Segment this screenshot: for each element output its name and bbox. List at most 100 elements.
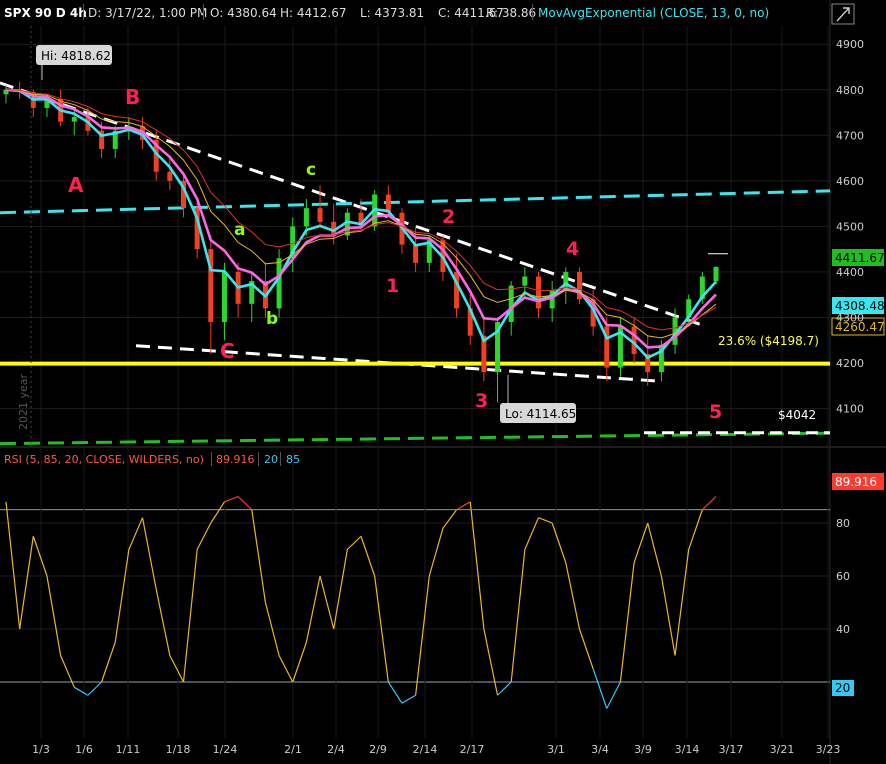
rsi-segment [182, 549, 198, 683]
rsi-segment [141, 517, 157, 590]
header-sep-3 [532, 4, 533, 20]
rsi-lower: 20 [264, 453, 278, 466]
rsi-segment [565, 562, 581, 630]
price-axis-tick: 4200 [836, 357, 864, 370]
rsi-segment [155, 589, 171, 656]
rsi-segment [196, 522, 212, 550]
price-axis-tick: 4100 [836, 403, 864, 416]
wave-label-b: b [266, 309, 278, 329]
hi-callout: Hi: 4818.62 [41, 49, 111, 63]
trend-lines [0, 81, 831, 446]
target-label: $4042 [778, 408, 816, 422]
rsi-segment [251, 509, 267, 603]
rsi-header: RSI (5, 85, 20, CLOSE, WILDERS, no) 89.9… [4, 452, 300, 466]
header-study: MovAvgExponential (CLOSE, 13, 0, no) [538, 6, 769, 20]
wave-label-3: 3 [475, 390, 488, 412]
rsi-segment [456, 501, 471, 511]
x-axis-tick: 1/6 [75, 743, 93, 756]
candle-up [303, 208, 309, 227]
rsi-segment [510, 549, 526, 683]
x-axis-tick: 2/14 [413, 743, 438, 756]
wave-label-4: 4 [566, 238, 579, 260]
candle-down [413, 244, 419, 263]
rsi-segment [101, 642, 116, 683]
header-high: H: 4412.67 [280, 6, 347, 20]
rsi-segment [210, 501, 225, 524]
wave-label-5: 5 [709, 401, 722, 423]
rsi-segment [60, 655, 75, 688]
price-axis-tick: 4800 [836, 84, 864, 97]
rsi-segment [524, 517, 540, 550]
rsi-segment [701, 496, 717, 511]
candle-down [317, 208, 323, 222]
x-axis-tick: 3/23 [816, 743, 841, 756]
header-symbol: SPX 90 D 4h [4, 6, 87, 20]
rsi-segment [538, 517, 553, 524]
header-bar: SPX 90 D 4h D: 3/17/22, 1:00 PM O: 4380.… [4, 3, 855, 25]
rsi-segment [633, 522, 649, 563]
rsi-header-sep2 [258, 452, 259, 466]
x-axis-tick: 3/1 [547, 743, 565, 756]
price-axis-tick: 4900 [836, 38, 864, 51]
x-axis-tick: 2/9 [369, 743, 387, 756]
rsi-segment [128, 517, 144, 550]
maximize-icon [836, 7, 850, 22]
rsi-segment [87, 681, 102, 696]
rsi-segment [578, 628, 594, 669]
candle-down [536, 276, 541, 309]
price-axis-tick: 4400 [836, 266, 864, 279]
rsi-segment [606, 681, 621, 709]
rsi-last-badge: 89.916 [835, 475, 877, 489]
rsi-segment [237, 496, 253, 511]
x-axis-tick: 2/1 [284, 743, 302, 756]
x-axis-tick: 2/17 [460, 743, 485, 756]
rsi-header-sep3 [280, 452, 281, 466]
candle-up [713, 266, 719, 282]
rsi-segment [5, 501, 21, 630]
rsi-segment [319, 575, 335, 630]
rsi-header-sep1 [211, 452, 212, 466]
header-sep-2 [203, 4, 204, 20]
wave-label-c: c [306, 160, 316, 180]
rsi-segment [114, 549, 130, 643]
rsi-axis-tick: 80 [836, 517, 850, 530]
header-sep-1 [83, 4, 84, 20]
rsi-segment [619, 562, 635, 683]
rsi-segment [660, 575, 676, 656]
rsi-segment [224, 495, 239, 503]
wave-label-1: 1 [386, 275, 399, 297]
candle-up [508, 285, 514, 323]
rsi-segment [387, 681, 403, 704]
last-price-badge: 4411.67 [835, 251, 885, 265]
rsi-value: 89.916 [216, 453, 255, 466]
rsi-panel [5, 495, 717, 709]
candle-up [71, 117, 77, 122]
chart-root: SPX 90 D 4h D: 3/17/22, 1:00 PM O: 4380.… [0, 0, 886, 764]
candle-up [522, 276, 528, 286]
candle-up [276, 258, 282, 309]
x-axis-tick: 1/18 [166, 743, 191, 756]
rsi-segment [551, 522, 567, 563]
rsi-low-badge: 20 [835, 681, 850, 695]
trendline-green [0, 431, 831, 446]
x-axis-tick: 3/4 [591, 743, 609, 756]
x-axis-tick: 3/21 [770, 743, 795, 756]
rsi-segment [428, 528, 444, 577]
rsi-segment [415, 575, 430, 696]
price-axis-tick: 4500 [836, 220, 864, 233]
rsi-segment [169, 655, 185, 683]
rsi-axis-tick: 40 [836, 623, 850, 636]
grid-lines [0, 26, 830, 738]
rsi-segment [32, 536, 48, 577]
rsi-upper: 85 [286, 453, 300, 466]
trendline-cyan [0, 189, 831, 215]
rsi-label: RSI (5, 85, 20, CLOSE, WILDERS, no) [4, 453, 204, 466]
price-axis-tick: 4700 [836, 129, 864, 142]
rsi-segment [19, 536, 34, 630]
rsi-segment [305, 575, 321, 643]
wave-label-A: A [68, 173, 84, 197]
x-axis-tick: 1/11 [116, 743, 141, 756]
x-axis-tick: 3/17 [719, 743, 744, 756]
candles-layer [3, 81, 719, 403]
rsi-segment [401, 694, 416, 704]
